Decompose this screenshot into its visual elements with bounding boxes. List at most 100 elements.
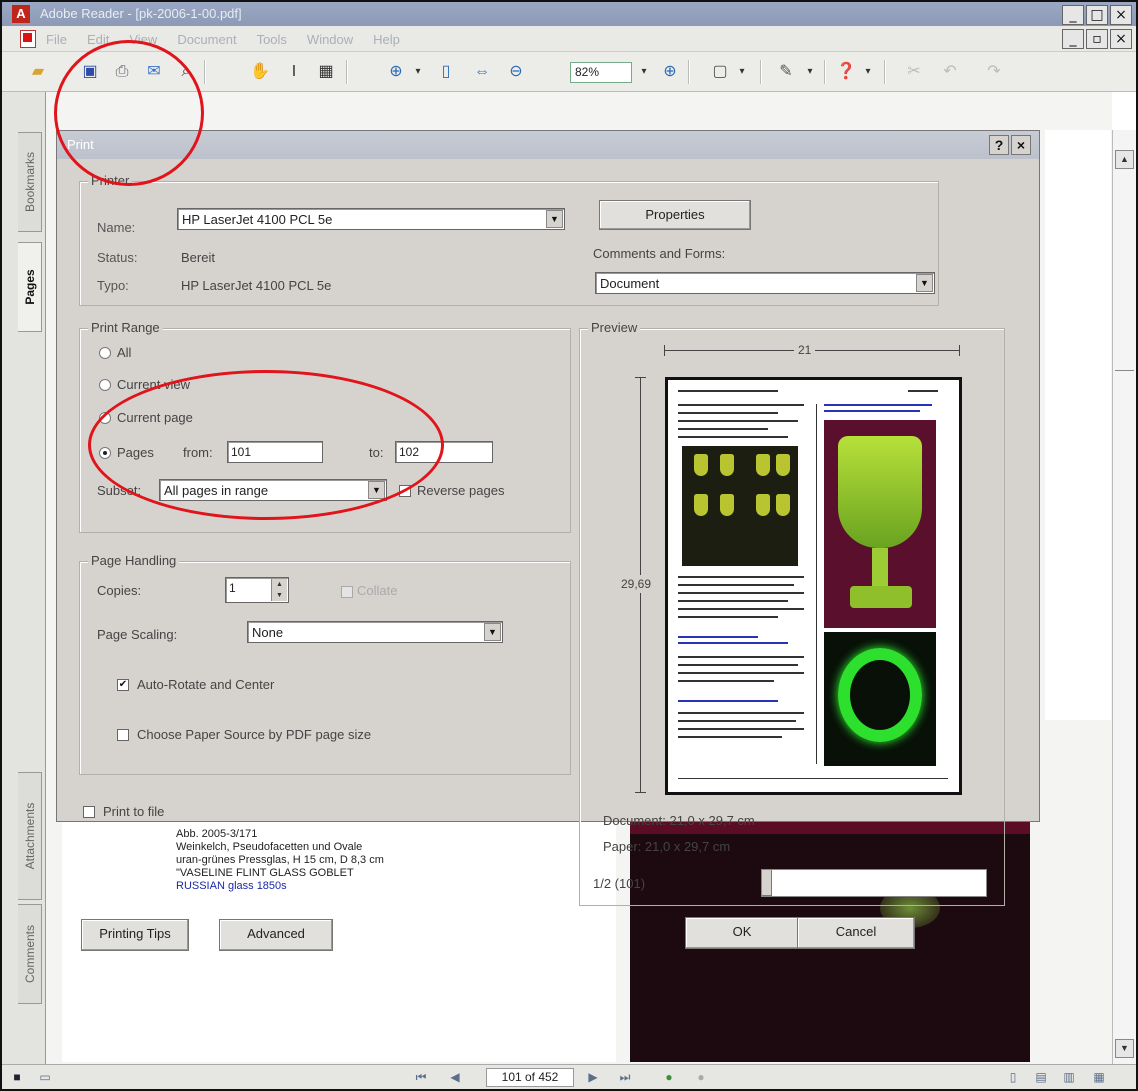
document-icon[interactable] [20,30,36,48]
comments-forms-label: Comments and Forms: [593,246,726,261]
print-all-radio[interactable] [99,347,111,359]
facing-view-icon[interactable]: ▥ [1062,1070,1076,1084]
cut-icon: ✂ [907,63,921,80]
actual-size-icon[interactable]: ▯ [434,60,458,84]
page-display-dropdown-icon[interactable]: ▾ [730,60,754,84]
select-text-icon[interactable]: I [282,60,306,84]
navigation-pane: Bookmarks Pages Attachments Comments [2,92,46,1064]
menu-bar: File Edit View Document Tools Window Hel… [2,26,1136,52]
advanced-button[interactable]: Advanced [219,919,333,951]
last-page-icon[interactable]: ⏭ [618,1070,632,1084]
hand-tool-icon[interactable]: ✋ [248,60,272,84]
paper-size-text: Paper: 21,0 x 29,7 cm [603,839,731,854]
doc-close-button[interactable]: × [1110,29,1132,49]
tab-attachments[interactable]: Attachments [18,772,42,900]
zoom-level-input[interactable]: 82% [570,62,632,83]
vertical-scrollbar[interactable]: ▲ ▼ [1112,130,1136,1064]
dialog-close-button[interactable]: × [1011,135,1031,155]
sign-dropdown-icon[interactable]: ▾ [798,60,822,84]
preview-page-indicator: 1/2 (101) [593,876,646,891]
page-display-icon[interactable]: ▢ [708,60,732,84]
zoom-level-dropdown-icon[interactable]: ▾ [632,60,656,84]
printer-name-label: Name: [97,220,136,235]
paper-source-label[interactable]: Choose Paper Source by PDF page size [137,727,371,742]
zoom-dropdown-icon[interactable]: ▾ [406,60,430,84]
figure-caption: Abb. 2005-3/171 Weinkelch, Pseudofacette… [176,828,384,892]
chevron-down-icon[interactable]: ▼ [916,274,933,292]
dialog-title-bar: Print ? × [57,131,1039,159]
slider-thumb[interactable] [762,870,772,896]
doc-minimize-button[interactable]: _ [1062,29,1084,49]
snapshot-icon[interactable]: ▦ [314,60,338,84]
fit-width-icon[interactable]: ⇔ [470,60,494,84]
paper-source-checkbox[interactable] [117,729,129,741]
printer-type-value: HP LaserJet 4100 PCL 5e [181,278,332,293]
page-scaling-select[interactable]: None ▼ [247,621,503,643]
auto-rotate-checkbox[interactable]: ✔ [117,679,129,691]
maximize-button[interactable]: □ [1086,5,1108,25]
menu-help[interactable]: Help [373,32,400,47]
dialog-help-button[interactable]: ? [989,135,1009,155]
previous-page-icon[interactable]: ◀ [448,1070,462,1084]
status-bar: ■ ▭ ⏮ ◀ 101 of 452 ▶ ⏭ ● ● ▯ ▤ ▥ ▦ [2,1064,1136,1089]
page-thumbnail-icon[interactable]: ▭ [38,1070,52,1084]
scroll-thumb[interactable] [1115,370,1134,400]
menu-window[interactable]: Window [307,32,353,47]
close-button[interactable]: × [1110,5,1132,25]
zoom-out-icon[interactable]: ⊖ [504,60,528,84]
cancel-button[interactable]: Cancel [797,917,915,949]
doc-restore-button[interactable]: ▫ [1086,29,1108,49]
continuous-view-icon[interactable]: ▤ [1034,1070,1048,1084]
printing-tips-button[interactable]: Printing Tips [81,919,189,951]
preview-page-slider[interactable] [761,869,987,897]
zoom-in-tool-icon[interactable]: ⊕ [384,60,408,84]
document-page-edge [1045,130,1111,720]
reverse-pages-label[interactable]: Reverse pages [417,483,504,498]
next-page-icon[interactable]: ▶ [586,1070,600,1084]
help-icon[interactable]: ❓ [834,60,858,84]
preview-page-thumbnail [665,377,962,795]
ok-button[interactable]: OK [685,917,799,949]
copies-spin-icon[interactable]: ▲ ▼ [271,579,287,601]
tab-pages[interactable]: Pages [18,242,42,332]
menu-document[interactable]: Document [177,32,236,47]
minimize-button[interactable]: _ [1062,5,1084,25]
chevron-down-icon[interactable]: ▼ [546,210,563,228]
redo-icon: ↷ [987,63,1001,80]
printer-name-select[interactable]: HP LaserJet 4100 PCL 5e ▼ [177,208,565,230]
document-size-text: Document: 21,0 x 29,7 cm [603,813,755,828]
comments-forms-select[interactable]: Document ▼ [595,272,935,294]
printer-status-label: Status: [97,250,138,265]
go-forward-icon[interactable]: ● [694,1070,708,1084]
page-number-field[interactable]: 101 of 452 [486,1068,574,1087]
scroll-down-icon[interactable]: ▼ [1115,1039,1134,1058]
sign-icon[interactable]: ✎ [774,60,798,84]
properties-button[interactable]: Properties [599,200,751,230]
print-all-label[interactable]: All [117,345,131,360]
zoom-in-icon[interactable]: ⊕ [658,60,682,84]
print-to-file-checkbox[interactable] [83,806,95,818]
single-page-view-icon[interactable]: ▯ [1006,1070,1020,1084]
chevron-down-icon[interactable]: ▼ [484,623,501,641]
collate-label: Collate [357,583,398,598]
window-title: Adobe Reader - [pk-2006-1-00.pdf] [40,6,242,21]
tab-comments[interactable]: Comments [18,904,42,1004]
print-to-file-label[interactable]: Print to file [103,804,164,819]
annotation-circle-pages [88,370,444,520]
go-back-icon[interactable]: ● [662,1070,676,1084]
collate-checkbox [341,586,353,598]
preview-width-ruler: 21 [664,343,960,357]
menu-file[interactable]: File [46,32,67,47]
first-page-icon[interactable]: ⏮ [414,1070,428,1084]
preview-height-ruler: 29,69 [621,377,652,793]
tab-bookmarks[interactable]: Bookmarks [18,132,42,232]
open-folder-icon[interactable]: ▰ [26,60,50,84]
continuous-facing-view-icon[interactable]: ▦ [1092,1070,1106,1084]
help-dropdown-icon[interactable]: ▾ [856,60,880,84]
layout-icon[interactable]: ■ [10,1070,24,1084]
scroll-up-icon[interactable]: ▲ [1115,150,1134,169]
adobe-reader-icon: A [12,5,30,23]
auto-rotate-label[interactable]: Auto-Rotate and Center [137,677,274,692]
menu-tools[interactable]: Tools [257,32,287,47]
current-view-radio[interactable] [99,379,111,391]
